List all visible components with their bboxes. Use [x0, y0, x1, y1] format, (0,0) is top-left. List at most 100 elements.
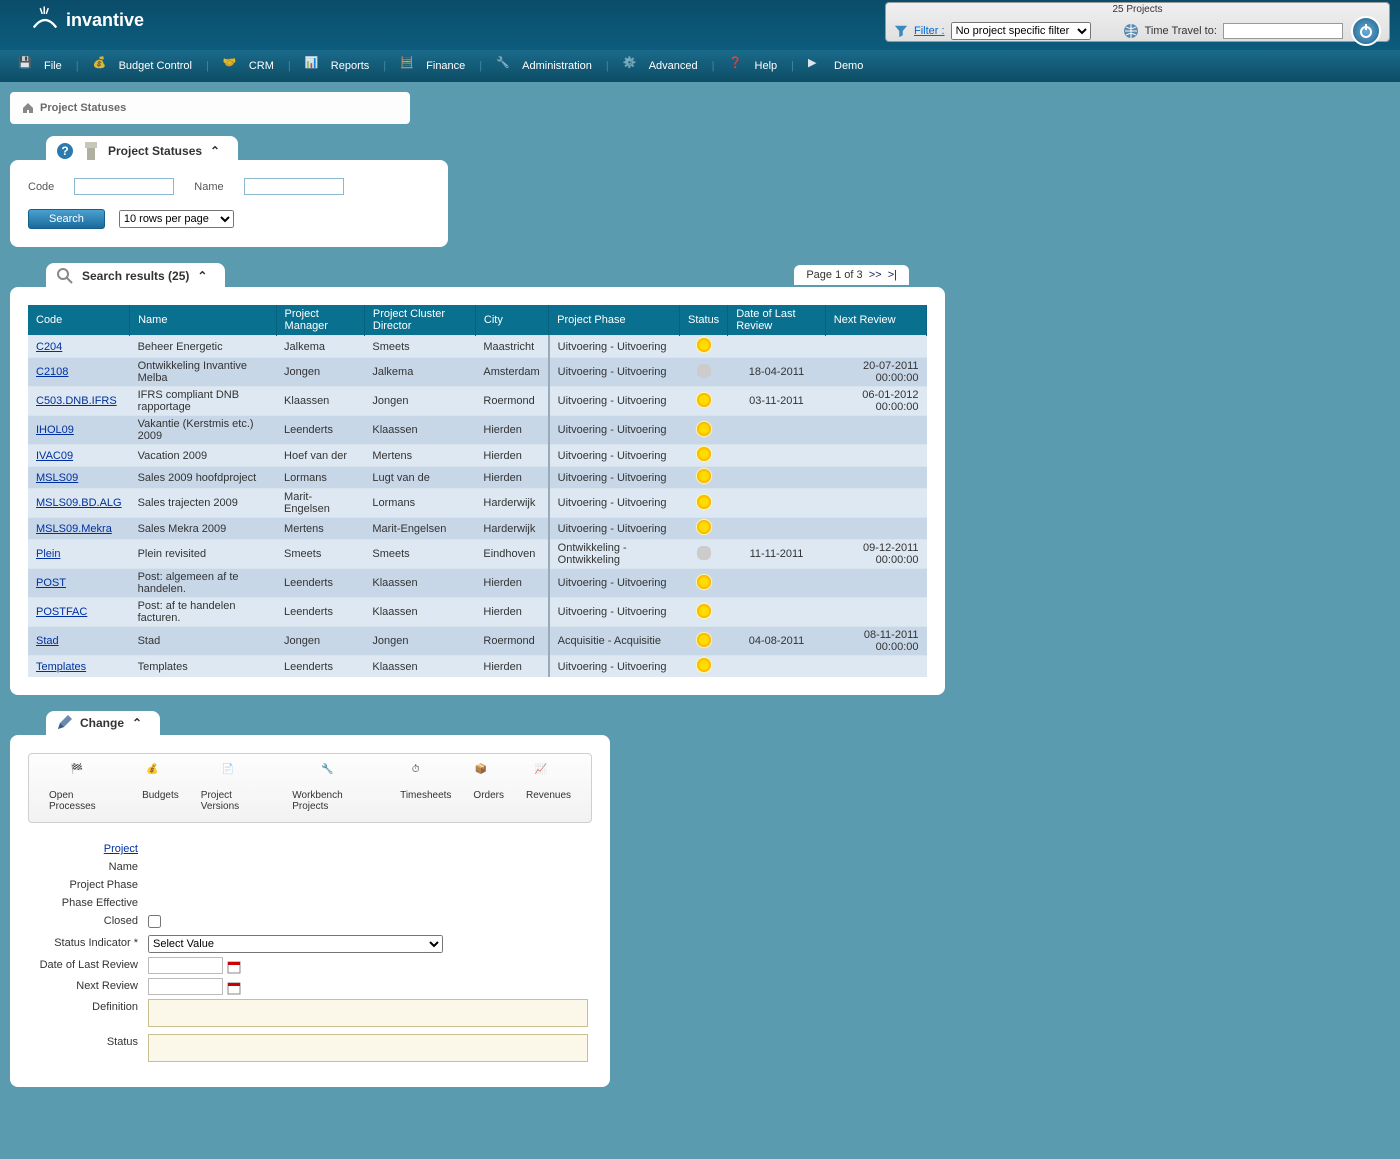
cell: Roermond: [475, 387, 548, 416]
column-header[interactable]: Project Cluster Director: [364, 305, 475, 336]
code-link[interactable]: Templates: [36, 661, 86, 673]
cell: Uitvoering - Uitvoering: [549, 598, 680, 627]
sun-icon: [697, 633, 711, 647]
toolbar-icon: 📦: [475, 764, 503, 786]
menu-icon: ▶: [808, 56, 828, 76]
cell: [825, 569, 926, 598]
column-header[interactable]: Code: [28, 305, 130, 336]
pager-last[interactable]: >|: [888, 269, 897, 281]
change-panel-title: Change: [80, 716, 124, 730]
column-header[interactable]: Next Review: [825, 305, 926, 336]
cell: Hierden: [475, 445, 548, 467]
name-input[interactable]: [244, 178, 344, 195]
toolbar-revenues[interactable]: 📈Revenues: [526, 764, 571, 812]
status-textarea[interactable]: [148, 1034, 588, 1062]
column-header[interactable]: Date of Last Review: [728, 305, 826, 336]
pager-next[interactable]: >>: [869, 269, 882, 281]
definition-textarea[interactable]: [148, 999, 588, 1027]
cloud-icon: [697, 364, 711, 378]
cell: Beheer Energetic: [130, 336, 276, 358]
closed-checkbox[interactable]: [148, 915, 161, 928]
code-link[interactable]: MSLS09.BD.ALG: [36, 497, 122, 509]
menu-demo[interactable]: ▶Demo: [798, 52, 873, 80]
menu-reports[interactable]: 📊Reports: [295, 52, 380, 80]
toolbar-orders[interactable]: 📦Orders: [473, 764, 504, 812]
cell: Acquisitie - Acquisitie: [549, 627, 680, 656]
menu-advanced[interactable]: ⚙️Advanced: [613, 52, 708, 80]
sun-icon: [697, 469, 711, 483]
field-last-review-label: Date of Last Review: [28, 957, 148, 971]
cell: Stad: [130, 627, 276, 656]
cell: MSLS09.Mekra: [28, 518, 130, 540]
menu-budget-control[interactable]: 💰Budget Control: [83, 52, 202, 80]
status-indicator-select[interactable]: Select Value: [148, 935, 443, 953]
time-travel-input[interactable]: [1223, 23, 1343, 39]
cell: [825, 656, 926, 678]
toolbar-budgets[interactable]: 💰Budgets: [142, 764, 179, 812]
toolbar-open-processes[interactable]: 🏁Open Processes: [49, 764, 120, 812]
brand-text: invantive: [66, 10, 144, 31]
code-link[interactable]: POST: [36, 577, 66, 589]
menu-label: Help: [755, 60, 778, 72]
search-button[interactable]: Search: [28, 209, 105, 229]
calendar-icon[interactable]: [227, 981, 241, 995]
code-link[interactable]: IVAC09: [36, 450, 73, 462]
column-header[interactable]: Status: [680, 305, 728, 336]
field-project-label[interactable]: Project: [28, 841, 148, 855]
cell: IHOL09: [28, 416, 130, 445]
column-header[interactable]: City: [475, 305, 548, 336]
code-link[interactable]: MSLS09: [36, 472, 78, 484]
cell: [825, 336, 926, 358]
menu-administration[interactable]: 🔧Administration: [486, 52, 602, 80]
cell: Jongen: [276, 627, 364, 656]
code-link[interactable]: Stad: [36, 635, 59, 647]
column-header[interactable]: Project Manager: [276, 305, 364, 336]
power-button[interactable]: [1351, 16, 1381, 46]
code-link[interactable]: C204: [36, 341, 62, 353]
collapse-toggle[interactable]: ⌃: [210, 144, 220, 158]
cell: 20-07-2011 00:00:00: [825, 358, 926, 387]
results-title: Search results (25): [82, 269, 189, 283]
sun-icon: [697, 447, 711, 461]
help-icon[interactable]: ?: [56, 142, 74, 160]
table-row: StadStadJongenJongenRoermondAcquisitie -…: [28, 627, 927, 656]
toolbar-project-versions[interactable]: 📄Project Versions: [201, 764, 270, 812]
collapse-toggle[interactable]: ⌃: [197, 269, 207, 283]
cell: [680, 387, 728, 416]
rows-per-page-select[interactable]: 10 rows per page: [119, 210, 234, 228]
code-input[interactable]: [74, 178, 174, 195]
code-link[interactable]: C503.DNB.IFRS: [36, 395, 117, 407]
pager: Page 1 of 3 >> >|: [794, 265, 909, 285]
menu-crm[interactable]: 🤝CRM: [213, 52, 284, 80]
menu-file[interactable]: 💾File: [8, 52, 72, 80]
menu-help[interactable]: ❓Help: [719, 52, 788, 80]
field-next-review-label: Next Review: [28, 978, 148, 992]
cell: Vakantie (Kerstmis etc.) 2009: [130, 416, 276, 445]
last-review-input[interactable]: [148, 957, 223, 974]
sun-icon: [697, 338, 711, 352]
code-link[interactable]: MSLS09.Mekra: [36, 523, 112, 535]
cell: [680, 598, 728, 627]
toolbar-timesheets[interactable]: ⏱Timesheets: [400, 764, 451, 812]
code-link[interactable]: POSTFAC: [36, 606, 87, 618]
filter-link[interactable]: Filter :: [914, 25, 945, 37]
column-header[interactable]: Name: [130, 305, 276, 336]
cell: [728, 445, 826, 467]
field-status-label: Status: [28, 1034, 148, 1048]
cell: Uitvoering - Uitvoering: [549, 489, 680, 518]
collapse-toggle[interactable]: ⌃: [132, 716, 142, 730]
code-link[interactable]: IHOL09: [36, 424, 74, 436]
code-label: Code: [28, 181, 54, 193]
column-header[interactable]: Project Phase: [549, 305, 680, 336]
toolbar-workbench-projects[interactable]: 🔧Workbench Projects: [292, 764, 378, 812]
next-review-input[interactable]: [148, 978, 223, 995]
filter-select[interactable]: No project specific filter: [951, 22, 1091, 40]
cell: Uitvoering - Uitvoering: [549, 416, 680, 445]
calendar-icon[interactable]: [227, 960, 241, 974]
cell: [728, 569, 826, 598]
code-link[interactable]: Plein: [36, 548, 60, 560]
code-link[interactable]: C2108: [36, 366, 68, 378]
cell: Smeets: [276, 540, 364, 569]
menu-finance[interactable]: 🧮Finance: [390, 52, 475, 80]
cell: Amsterdam: [475, 358, 548, 387]
